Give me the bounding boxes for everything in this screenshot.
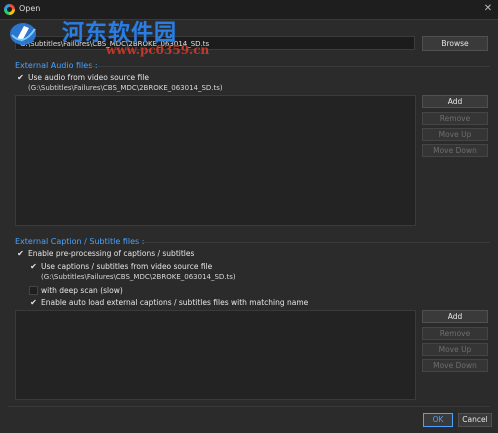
audio-use-video-label: Use audio from video source file — [28, 73, 149, 82]
browse-button[interactable]: Browse — [422, 36, 488, 51]
captions-use-video-label: Use captions / subtitles from video sour… — [41, 262, 213, 271]
cancel-button[interactable]: Cancel — [458, 413, 492, 427]
audio-add-button[interactable]: Add — [422, 95, 488, 108]
captions-source-path: (G:\Subtitles\Failures\CBS_MDC\2BROKE_06… — [41, 273, 236, 281]
auto-load-label: Enable auto load external captions / sub… — [41, 298, 309, 307]
audio-move-down-button[interactable]: Move Down — [422, 144, 488, 157]
audio-section-divider — [90, 66, 490, 67]
deep-scan-checkbox[interactable] — [29, 286, 38, 295]
audio-use-video-checkbox[interactable]: ✔ — [16, 73, 25, 82]
audio-section-title: External Audio files : — [15, 61, 98, 70]
captions-enable-label: Enable pre-processing of captions / subt… — [28, 249, 195, 258]
captions-section-title: External Caption / Subtitle files : — [15, 237, 145, 246]
hedong-logo-icon — [10, 23, 36, 45]
auto-load-checkbox[interactable]: ✔ — [29, 298, 38, 307]
captions-use-video-checkbox[interactable]: ✔ — [29, 262, 38, 271]
captions-add-button[interactable]: Add — [422, 310, 488, 323]
audio-source-path: (G:\Subtitles\Failures\CBS_MDC\2BROKE_06… — [28, 84, 223, 92]
window-title: Open — [19, 4, 41, 13]
deep-scan-label: with deep scan (slow) — [41, 286, 123, 295]
close-button[interactable]: ✕ — [482, 2, 494, 16]
captions-move-down-button[interactable]: Move Down — [422, 359, 488, 372]
app-icon — [4, 4, 15, 15]
footer-divider — [8, 406, 490, 407]
audio-remove-button[interactable]: Remove — [422, 112, 488, 125]
caption-files-list[interactable] — [15, 310, 416, 400]
watermark-url: www.pc0359.cn — [106, 43, 210, 57]
audio-files-list[interactable] — [15, 95, 416, 226]
captions-enable-checkbox[interactable]: ✔ — [16, 249, 25, 258]
audio-move-up-button[interactable]: Move Up — [422, 128, 488, 141]
captions-move-up-button[interactable]: Move Up — [422, 343, 488, 356]
captions-remove-button[interactable]: Remove — [422, 327, 488, 340]
ok-button[interactable]: OK — [423, 413, 453, 427]
captions-section-divider — [141, 242, 490, 243]
